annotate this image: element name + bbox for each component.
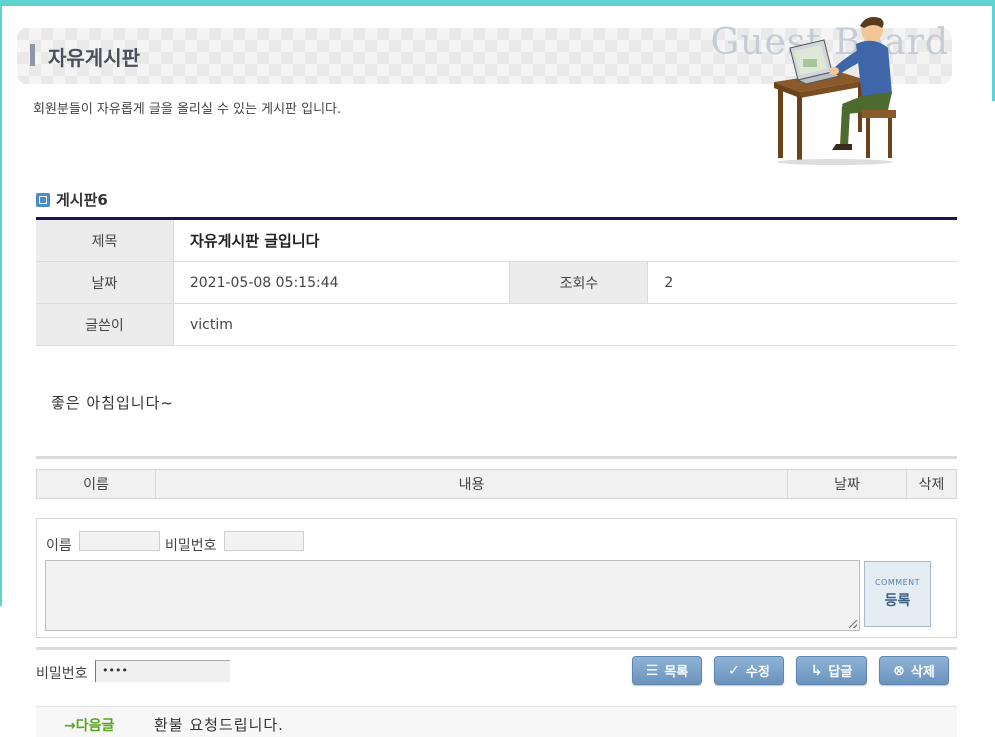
comment-name-input[interactable] <box>79 531 160 551</box>
comment-password-label: 비밀번호 <box>165 538 217 554</box>
date-label: 날짜 <box>36 262 174 303</box>
top-accent-bar <box>0 0 995 6</box>
post-date-row: 날짜 2021-05-08 05:15:44 조회수 2 <box>36 262 957 304</box>
post-views: 2 <box>664 274 674 291</box>
comment-list-header: 이름 내용 날짜 삭제 <box>36 469 957 499</box>
reply-button[interactable]: ↳ 답글 <box>796 656 867 685</box>
password-label: 비밀번호 <box>36 666 88 682</box>
left-accent-line <box>0 6 2 606</box>
delete-circle-x-icon: ⊗ <box>893 662 905 679</box>
comment-form: 이름 비밀번호 COMMENT 등록 <box>36 518 957 638</box>
edit-button-label: 수정 <box>745 665 770 680</box>
post-author-row: 글쓴이 victim <box>36 304 957 346</box>
comment-submit-caption: COMMENT <box>874 578 921 587</box>
comment-textarea[interactable] <box>45 560 860 631</box>
board-section-title: 게시판6 <box>36 189 108 210</box>
person-at-desk-illustration <box>774 17 896 165</box>
comment-submit-label: 등록 <box>884 593 911 609</box>
reply-button-label: 답글 <box>828 665 853 680</box>
comment-col-content: 내용 <box>156 470 788 498</box>
views-label: 조회수 <box>509 262 649 303</box>
comment-col-date: 날짜 <box>788 470 907 498</box>
post-title-row: 제목 자유게시판 글입니다 <box>36 220 957 262</box>
page-title: 자유게시판 <box>48 46 140 70</box>
comment-submit-button[interactable]: COMMENT 등록 <box>864 561 931 627</box>
check-icon: ✓ <box>728 662 740 679</box>
post-author: victim <box>190 316 233 333</box>
comment-name-label: 이름 <box>46 538 72 554</box>
form-divider <box>36 647 957 650</box>
header-marker <box>30 44 35 66</box>
board-name: 게시판6 <box>56 191 108 209</box>
resize-grip-icon[interactable] <box>849 620 857 628</box>
author-label: 글쓴이 <box>36 304 174 345</box>
board-icon <box>36 192 50 207</box>
comment-password-input[interactable] <box>224 531 304 551</box>
list-button[interactable]: ☰ 목록 <box>632 656 702 685</box>
password-input[interactable]: •••• <box>95 660 230 682</box>
post-date: 2021-05-08 05:15:44 <box>189 274 339 291</box>
next-post-row[interactable]: →다음글 환불 요청드립니다. <box>36 706 957 737</box>
title-label: 제목 <box>36 220 174 261</box>
comment-col-delete: 삭제 <box>918 477 945 493</box>
comment-col-name: 이름 <box>37 470 156 498</box>
next-post-label: →다음글 <box>64 718 115 734</box>
edit-button[interactable]: ✓ 수정 <box>714 656 784 685</box>
list-icon: ☰ <box>645 662 659 679</box>
post-body: 좋은 아침입니다~ <box>51 394 174 412</box>
delete-button-label: 삭제 <box>910 665 935 680</box>
list-button-label: 목록 <box>664 665 689 680</box>
post-title: 자유게시판 글입니다 <box>190 232 320 250</box>
body-divider <box>36 456 957 459</box>
reply-arrow-icon: ↳ <box>810 662 823 679</box>
board-description: 회원분들이 자유롭게 글을 올리실 수 있는 게시판 입니다. <box>33 102 342 117</box>
post-info-table: 제목 자유게시판 글입니다 날짜 2021-05-08 05:15:44 조회수… <box>36 217 957 346</box>
next-post-title[interactable]: 환불 요청드립니다. <box>154 714 284 735</box>
delete-button[interactable]: ⊗ 삭제 <box>879 656 949 685</box>
